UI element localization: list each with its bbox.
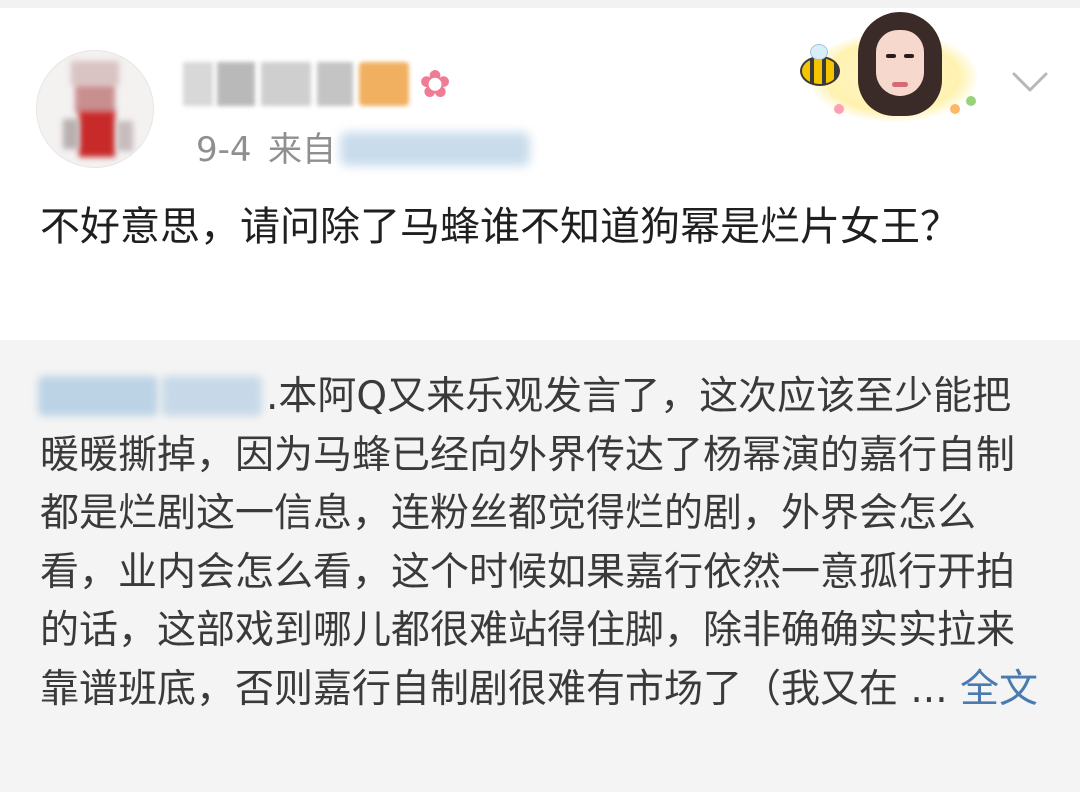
full-text-link[interactable]: 全文 — [960, 667, 1038, 712]
username-redacted[interactable] — [183, 62, 413, 106]
post-text: 不好意思，请问除了马蜂谁不知道狗幂是烂片女王？ — [40, 204, 960, 250]
post-source-label: 来自 — [268, 130, 336, 170]
bee-icon — [800, 44, 840, 86]
avatar-blur — [71, 61, 119, 85]
top-divider — [0, 0, 1080, 8]
badge-portrait — [858, 12, 942, 116]
badge-flower — [966, 96, 976, 106]
flower-icon: ✿ — [419, 62, 451, 106]
avatar-blur — [79, 111, 115, 157]
decorative-badge — [790, 12, 990, 124]
chevron-down-icon[interactable] — [1010, 62, 1050, 102]
badge-flower — [950, 104, 960, 114]
repost-text: .本阿Q又来乐观发言了，这次应该至少能把暖暖撕掉，因为马蜂已经向外界传达了杨幂演… — [40, 368, 1050, 719]
post-source-redacted[interactable] — [340, 132, 530, 166]
badge-flower — [834, 104, 844, 114]
avatar[interactable] — [36, 50, 154, 168]
post-date: 9-4 — [196, 130, 252, 170]
avatar-blur — [63, 119, 79, 149]
repost-body: .本阿Q又来乐观发言了，这次应该至少能把暖暖撕掉，因为马蜂已经向外界传达了杨幂演… — [40, 374, 1016, 712]
avatar-blur — [75, 85, 115, 113]
avatar-blur — [117, 121, 133, 151]
